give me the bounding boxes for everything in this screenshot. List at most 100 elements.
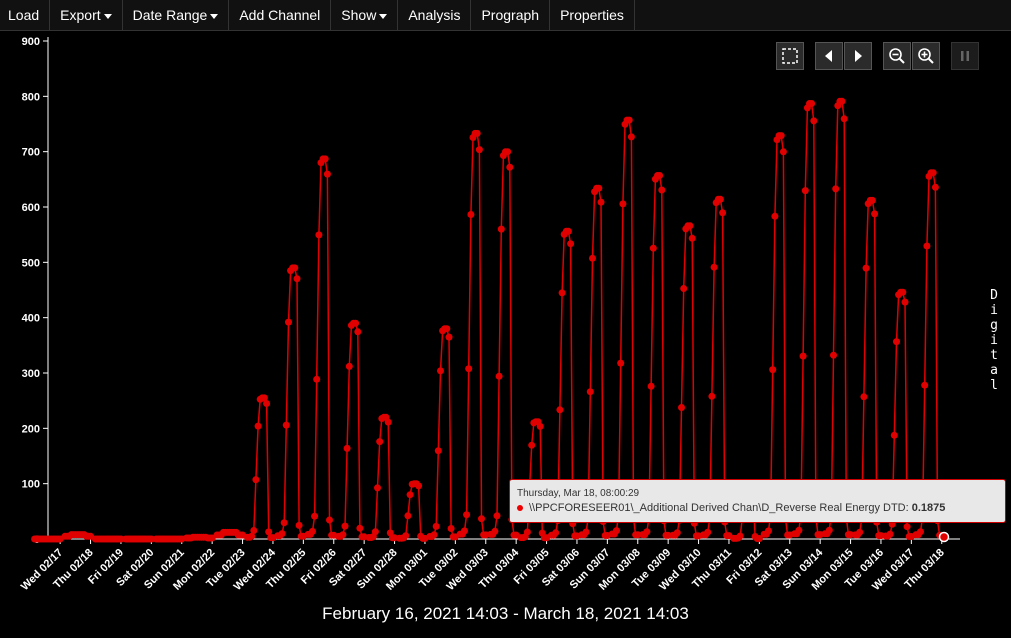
data-point [465, 365, 473, 373]
select-region-button[interactable] [776, 42, 804, 70]
data-point [291, 264, 299, 272]
data-point [719, 209, 727, 217]
data-point [856, 528, 864, 536]
pause-button[interactable] [951, 42, 979, 70]
data-point [443, 325, 451, 333]
zoom-out-button[interactable] [883, 42, 911, 70]
y-tick-label: 500 [22, 257, 40, 269]
show-menu[interactable]: Show [331, 0, 399, 30]
data-point [619, 200, 627, 208]
pan-right-button[interactable] [844, 42, 872, 70]
data-point [680, 285, 688, 292]
data-point [295, 521, 303, 529]
data-point [777, 132, 785, 140]
data-point [463, 511, 471, 519]
data-point [613, 527, 620, 535]
data-point [923, 242, 931, 250]
axis-side-label: Digital [990, 288, 998, 393]
data-point [552, 529, 560, 537]
data-point [250, 527, 258, 534]
data-point [830, 351, 837, 359]
y-tick-label: 400 [22, 313, 40, 325]
data-point [430, 531, 438, 539]
data-point [491, 527, 499, 535]
data-point [810, 117, 818, 125]
pan-left-button[interactable] [815, 42, 843, 70]
data-point [376, 438, 384, 446]
data-point [278, 530, 286, 538]
add-channel-menu[interactable]: Add Channel [229, 0, 332, 30]
load-label: Load [8, 7, 40, 23]
data-point [931, 183, 939, 191]
arrow-right-icon [855, 50, 862, 62]
data-point [445, 333, 453, 341]
data-point [765, 527, 772, 535]
zoom-in-button[interactable] [912, 42, 940, 70]
data-point [921, 381, 929, 389]
data-point [832, 185, 840, 193]
data-point [374, 484, 381, 492]
date-range-menu[interactable]: Date Range [123, 0, 230, 30]
data-point [478, 515, 485, 523]
data-point [860, 393, 868, 401]
data-point [254, 422, 262, 430]
data-point [473, 129, 481, 137]
data-point [801, 187, 809, 195]
analysis-menu[interactable]: Analysis [398, 0, 472, 30]
data-point [434, 447, 442, 455]
data-point [649, 244, 657, 252]
y-tick-label: 200 [22, 423, 40, 435]
tooltip-series-line: \\PPCFORESEER01\_Additional Derived Chan… [517, 502, 945, 514]
data-point [643, 528, 651, 536]
data-point [673, 529, 681, 537]
highlighted-point [938, 531, 950, 543]
data-point [769, 366, 777, 374]
data-point [686, 222, 694, 230]
data-point [293, 275, 301, 283]
data-point [339, 531, 347, 539]
data-point [356, 524, 364, 532]
data-point [282, 421, 290, 429]
data-point [656, 172, 664, 179]
data-point [893, 338, 900, 346]
data-point [252, 476, 260, 484]
analysis-label: Analysis [408, 7, 461, 23]
data-point [582, 528, 590, 536]
data-point [323, 170, 331, 178]
data-point [825, 526, 833, 534]
date-range-menu-label: Date Range [132, 7, 208, 23]
data-point [432, 522, 440, 530]
data-point [597, 198, 605, 206]
data-point [886, 530, 894, 538]
data-point [313, 375, 321, 383]
caret-down-icon [103, 13, 112, 19]
data-point [352, 319, 360, 327]
data-point [354, 328, 362, 336]
pause-icon [961, 51, 969, 61]
load-menu[interactable]: Load [0, 0, 51, 30]
data-point [617, 359, 625, 367]
data-point [871, 210, 879, 218]
data-point [437, 367, 444, 375]
export-menu[interactable]: Export [50, 0, 123, 30]
data-point [536, 422, 544, 430]
data-point [402, 532, 410, 540]
data-point [556, 406, 564, 414]
data-point [736, 532, 744, 540]
data-point [929, 169, 937, 177]
data-point [903, 523, 911, 531]
data-point [595, 184, 603, 192]
data-point [716, 195, 724, 203]
data-point [840, 115, 848, 123]
data-point [564, 227, 572, 235]
data-point [404, 512, 412, 520]
tooltip-value: 0.1875 [911, 502, 946, 514]
data-point [586, 388, 594, 396]
data-point [647, 382, 655, 390]
properties-menu[interactable]: Properties [550, 0, 635, 30]
data-point [917, 528, 924, 536]
data-point [627, 133, 635, 141]
prograph-menu[interactable]: Prograph [471, 0, 551, 30]
data-point [263, 400, 271, 407]
data-point [868, 196, 876, 204]
